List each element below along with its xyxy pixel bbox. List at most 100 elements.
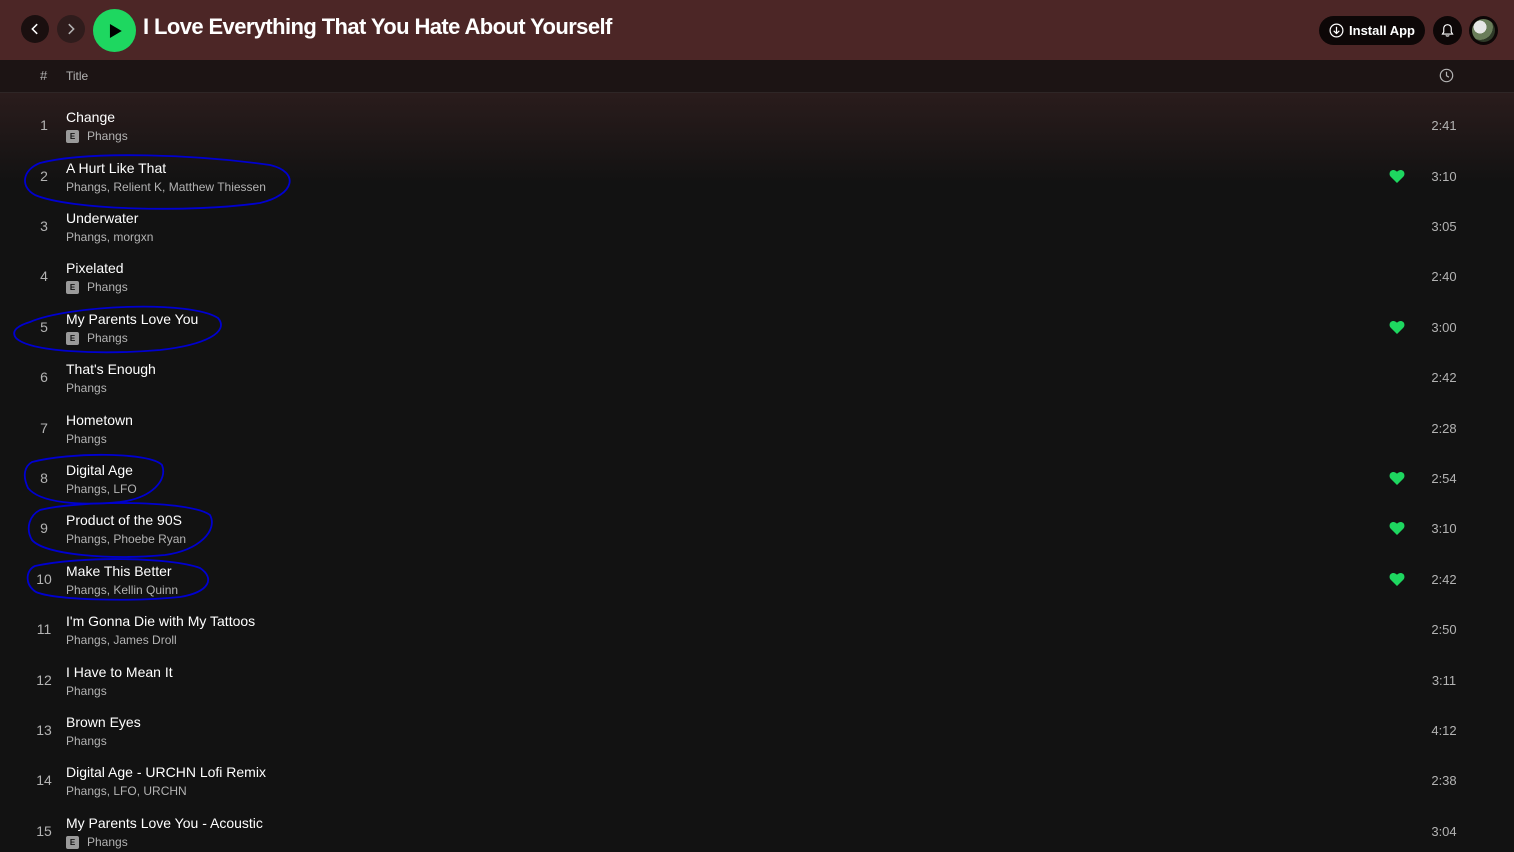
- track-title[interactable]: Pixelated: [66, 260, 124, 276]
- liked-heart-icon[interactable]: [1389, 521, 1405, 536]
- track-number: 2: [40, 168, 48, 184]
- track-row[interactable]: 13 Brown Eyes Phangs 4:12: [0, 705, 1514, 755]
- track-row[interactable]: 10 Make This Better Phangs, Kellin Quinn 2:…: [0, 554, 1514, 604]
- track-title[interactable]: Digital Age: [66, 462, 133, 478]
- track-title[interactable]: Hometown: [66, 412, 133, 428]
- track-artists-line: E Phangs: [66, 331, 128, 345]
- explicit-badge-icon: E: [66, 129, 79, 143]
- track-artists[interactable]: Phangs, LFO: [66, 482, 137, 496]
- track-row[interactable]: 5 My Parents Love You E Phangs 3:00: [0, 302, 1514, 352]
- track-number: 15: [36, 823, 52, 839]
- track-duration: 2:42: [1431, 572, 1457, 587]
- chevron-right-icon: [68, 23, 75, 35]
- track-duration: 2:38: [1431, 773, 1457, 788]
- avatar: [1472, 19, 1495, 42]
- track-artists-line: Phangs, morgxn: [66, 230, 153, 244]
- track-duration: 3:00: [1431, 320, 1457, 335]
- track-artists[interactable]: Phangs: [66, 432, 107, 446]
- track-title[interactable]: I Have to Mean It: [66, 664, 173, 680]
- liked-heart-icon[interactable]: [1389, 572, 1405, 587]
- track-number: 7: [40, 420, 48, 436]
- download-circle-icon: [1329, 23, 1344, 38]
- track-title[interactable]: My Parents Love You - Acoustic: [66, 815, 263, 831]
- track-artists[interactable]: Phangs, Kellin Quinn: [66, 583, 178, 597]
- track-row[interactable]: 11 I'm Gonna Die with My Tattoos Phangs, J…: [0, 604, 1514, 654]
- track-row[interactable]: 12 I Have to Mean It Phangs 3:11: [0, 655, 1514, 705]
- track-title[interactable]: That's Enough: [66, 361, 156, 377]
- track-artists[interactable]: Phangs: [66, 684, 107, 698]
- track-artists[interactable]: Phangs, James Droll: [66, 633, 177, 647]
- track-title[interactable]: Make This Better: [66, 563, 172, 579]
- chevron-left-icon: [31, 23, 38, 35]
- track-title[interactable]: My Parents Love You: [66, 311, 198, 327]
- track-artists[interactable]: Phangs, LFO, URCHN: [66, 784, 187, 798]
- track-number: 8: [40, 470, 48, 486]
- track-artists-line: Phangs, Kellin Quinn: [66, 583, 178, 597]
- track-artists[interactable]: Phangs: [87, 129, 128, 143]
- track-duration: 2:54: [1431, 471, 1457, 486]
- track-artists-line: Phangs, LFO: [66, 482, 137, 496]
- track-number: 11: [36, 621, 52, 637]
- back-button[interactable]: [21, 15, 49, 43]
- track-number: 6: [40, 369, 48, 385]
- track-row[interactable]: 4 Pixelated E Phangs 2:40: [0, 251, 1514, 301]
- track-number: 5: [40, 319, 48, 335]
- track-title[interactable]: Underwater: [66, 210, 138, 226]
- play-button[interactable]: [93, 9, 136, 52]
- track-row[interactable]: 2 A Hurt Like That Phangs, Relient K, Matt…: [0, 151, 1514, 201]
- track-artists-line: Phangs, Phoebe Ryan: [66, 532, 186, 546]
- liked-heart-icon[interactable]: [1389, 471, 1405, 486]
- track-title[interactable]: I'm Gonna Die with My Tattoos: [66, 613, 255, 629]
- track-artists[interactable]: Phangs: [87, 331, 128, 345]
- column-number: #: [40, 68, 48, 83]
- track-artists-line: Phangs, James Droll: [66, 633, 177, 647]
- track-number: 1: [40, 117, 48, 133]
- track-title[interactable]: Product of the 90S: [66, 512, 182, 528]
- track-duration: 3:10: [1431, 169, 1457, 184]
- notifications-button[interactable]: [1433, 16, 1462, 45]
- track-artists[interactable]: Phangs: [66, 734, 107, 748]
- track-title[interactable]: A Hurt Like That: [66, 160, 166, 176]
- track-row[interactable]: 15 My Parents Love You - Acoustic E Phangs 3…: [0, 806, 1514, 852]
- top-bar: I Love Everything That You Hate About Yo…: [0, 0, 1514, 60]
- track-row[interactable]: 1 Change E Phangs 2:41: [0, 100, 1514, 150]
- track-row[interactable]: 6 That's Enough Phangs 2:42: [0, 352, 1514, 402]
- play-icon: [109, 23, 122, 38]
- track-title[interactable]: Digital Age - URCHN Lofi Remix: [66, 764, 266, 780]
- track-duration: 4:12: [1431, 723, 1457, 738]
- track-title[interactable]: Brown Eyes: [66, 714, 141, 730]
- track-artists[interactable]: Phangs, Relient K, Matthew Thiessen: [66, 180, 266, 194]
- track-row[interactable]: 8 Digital Age Phangs, LFO 2:54: [0, 453, 1514, 503]
- track-row[interactable]: 9 Product of the 90S Phangs, Phoebe Ryan 3:…: [0, 503, 1514, 553]
- page-title: I Love Everything That You Hate About Yo…: [143, 14, 612, 39]
- track-row[interactable]: 14 Digital Age - URCHN Lofi Remix Phangs, …: [0, 755, 1514, 805]
- spotify-page: I Love Everything That You Hate About Yo…: [0, 0, 1514, 852]
- track-number: 10: [36, 571, 52, 587]
- track-artists[interactable]: Phangs: [66, 381, 107, 395]
- track-duration: 2:42: [1431, 370, 1457, 385]
- track-duration: 3:10: [1431, 521, 1457, 536]
- track-artists-line: Phangs: [66, 432, 107, 446]
- track-artists[interactable]: Phangs: [87, 280, 128, 294]
- install-app-label: Install App: [1349, 23, 1415, 38]
- track-artists-line: Phangs: [66, 734, 107, 748]
- track-row[interactable]: 7 Hometown Phangs 2:28: [0, 403, 1514, 453]
- track-number: 14: [36, 772, 52, 788]
- user-avatar-button[interactable]: [1469, 16, 1498, 45]
- track-number: 13: [36, 722, 52, 738]
- liked-heart-icon[interactable]: [1389, 169, 1405, 184]
- track-artists-line: Phangs, LFO, URCHN: [66, 784, 187, 798]
- track-artists[interactable]: Phangs, morgxn: [66, 230, 153, 244]
- bell-icon: [1441, 24, 1454, 37]
- track-duration: 2:40: [1431, 269, 1457, 284]
- track-number: 9: [40, 520, 48, 536]
- liked-heart-icon[interactable]: [1389, 320, 1405, 335]
- install-app-button[interactable]: Install App: [1319, 16, 1425, 45]
- forward-button[interactable]: [57, 15, 85, 43]
- track-artists[interactable]: Phangs: [87, 835, 128, 849]
- track-title[interactable]: Change: [66, 109, 115, 125]
- track-artists[interactable]: Phangs, Phoebe Ryan: [66, 532, 186, 546]
- track-number: 12: [36, 672, 52, 688]
- track-row[interactable]: 3 Underwater Phangs, morgxn 3:05: [0, 201, 1514, 251]
- explicit-badge-icon: E: [66, 280, 79, 294]
